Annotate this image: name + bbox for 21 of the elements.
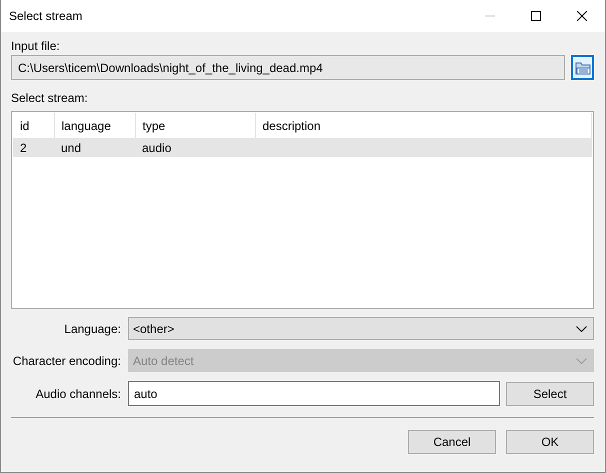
window-title: Select stream [9, 9, 84, 23]
maximize-icon[interactable] [531, 11, 541, 21]
dialog-button[interactable]: Cancel [408, 430, 496, 454]
folder-icon [574, 60, 590, 74]
close-icon[interactable] [577, 11, 587, 21]
dropdown[interactable]: <other> [128, 317, 594, 340]
section-label: Select stream: [11, 90, 89, 107]
browse-button[interactable] [571, 55, 594, 80]
field-label: Character encoding: [12, 354, 121, 368]
chevron-down-icon [576, 326, 587, 332]
field-label: Input file: [11, 38, 61, 55]
field-label: Audio channels: [34, 386, 121, 400]
input-field[interactable]: auto [128, 381, 500, 406]
dialog-button[interactable]: OK [506, 430, 594, 454]
table-cell[interactable]: 2 [13, 138, 54, 157]
chevron-down-icon [576, 358, 587, 364]
input-field[interactable]: C:\Users\ticem\Downloads\night_of_the_living_dead.mp4 [11, 55, 565, 80]
table-cell[interactable]: audio [135, 138, 255, 157]
field-label: Language: [63, 322, 121, 336]
select-button[interactable]: Select [506, 382, 594, 406]
table-cell[interactable]: und [54, 138, 135, 157]
